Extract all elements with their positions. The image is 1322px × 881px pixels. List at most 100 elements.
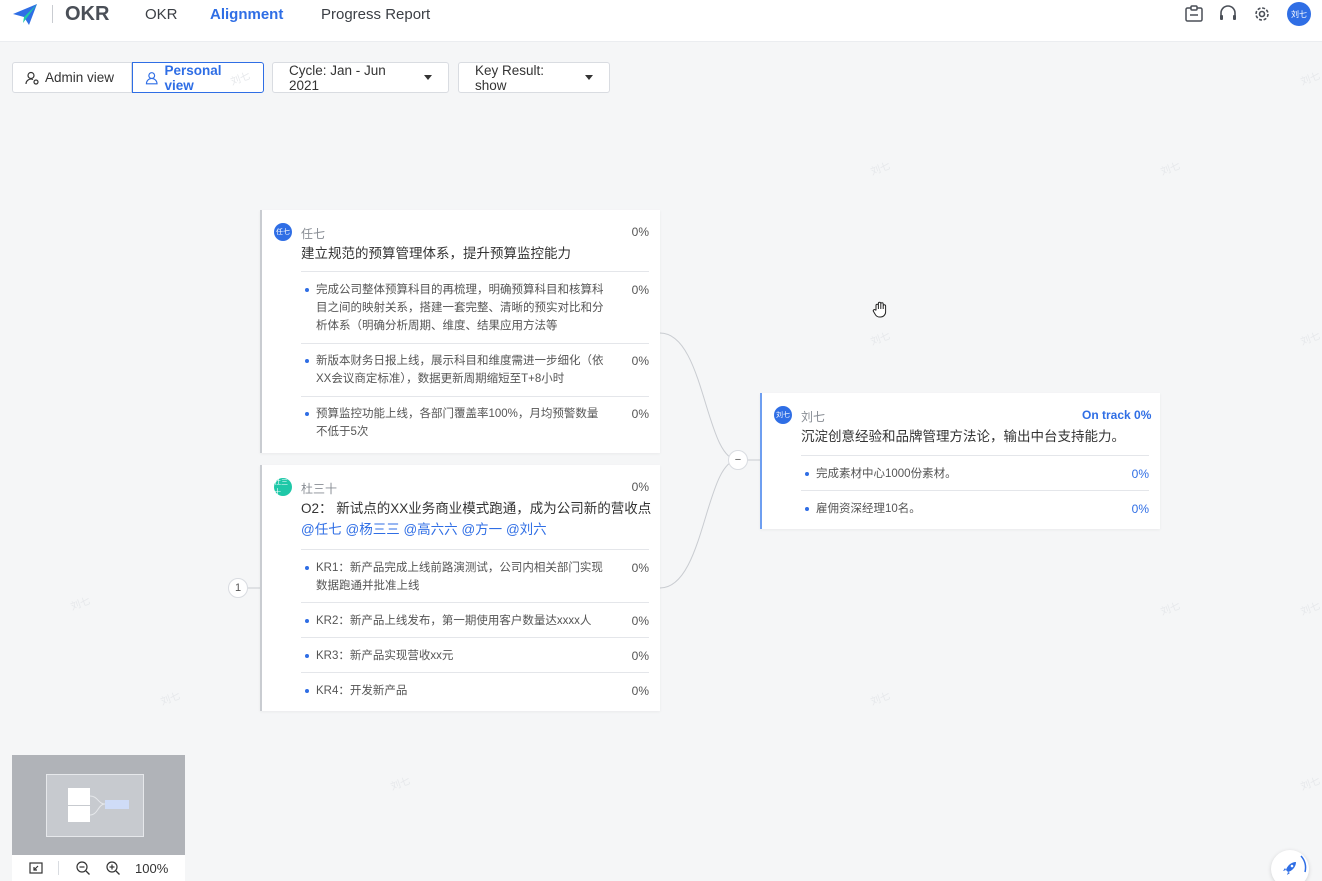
admin-view-button[interactable]: Admin view — [12, 62, 132, 93]
user-settings-icon — [25, 71, 39, 85]
mention-link[interactable]: @高六六 — [403, 522, 457, 537]
watermark-text: 刘七 — [159, 690, 182, 708]
watermark-text: 刘七 — [1299, 330, 1322, 348]
objective-title: 沉淀创意经验和品牌管理方法论，输出中台支持能力。 — [801, 429, 1125, 444]
mention-link[interactable]: @杨三三 — [345, 522, 399, 537]
view-toggle: Admin view Personal view — [12, 62, 264, 93]
owner-name: 任七 — [301, 227, 326, 241]
kr-bullet — [305, 412, 309, 416]
rocket-ring — [1300, 855, 1307, 873]
user-icon — [145, 71, 158, 84]
divider — [801, 490, 1149, 491]
kr-bullet — [305, 619, 309, 623]
key-result-text: KR1：新产品完成上线前路演测试，公司内相关部门实现数据跑通并批准上线 — [316, 562, 603, 592]
objective-card-brand-management[interactable]: 刘七 刘七 On track 0% 沉淀创意经验和品牌管理方法论，输出中台支持能… — [760, 393, 1160, 529]
key-result-percent: 0% — [631, 283, 649, 297]
status-badge: On track 0% — [1082, 408, 1152, 422]
divider — [301, 271, 649, 272]
kr-bullet — [305, 566, 309, 570]
watermark-text: 刘七 — [1159, 600, 1182, 618]
key-result-percent: 0% — [631, 614, 649, 628]
kr-bullet — [305, 689, 309, 693]
key-result-percent: 0% — [1131, 502, 1149, 516]
nav-progress-report[interactable]: Progress Report — [321, 6, 430, 23]
user-avatar[interactable]: 刘七 — [1287, 2, 1311, 26]
watermark-text: 刘七 — [389, 775, 412, 793]
divider — [301, 672, 649, 673]
key-result-dropdown-label: Key Result: show — [475, 62, 545, 93]
objective-percent: 0% — [631, 225, 649, 239]
divider — [58, 861, 59, 875]
cycle-dropdown-label: Cycle: Jan - Jun 2021 — [289, 62, 386, 93]
objective-title-text: O2： 新试点的XX业务商业模式跑通，成为公司新的营收点 — [301, 501, 652, 516]
key-result-text: 完成公司整体预算科目的再梳理，明确预算科目和核算科目之间的映射关系，搭建一套完整… — [316, 284, 604, 332]
watermark-text: 刘七 — [869, 690, 892, 708]
rocket-help-button[interactable] — [1271, 850, 1309, 881]
zoom-level: 100% — [135, 860, 169, 876]
key-result-percent: 0% — [631, 649, 649, 663]
caret-down-icon — [424, 75, 432, 80]
mention-link[interactable]: @任七 — [301, 522, 342, 537]
key-result-dropdown[interactable]: Key Result: show — [458, 62, 610, 93]
key-result-text: 新版本财务日报上线，展示科目和维度需进一步细化（依XX会议商定标准），数据更新周… — [316, 355, 604, 385]
admin-view-label: Admin view — [45, 70, 115, 85]
cycle-dropdown[interactable]: Cycle: Jan - Jun 2021 — [272, 62, 449, 93]
hand-cursor-icon — [872, 301, 887, 318]
key-result-text: 雇佣资深经理10名。 — [816, 503, 921, 515]
objective-title: 建立规范的预算管理体系，提升预算监控能力 — [301, 246, 571, 261]
minimap-node — [68, 806, 90, 822]
minimap-node — [68, 788, 90, 805]
app-name: OKR — [65, 3, 110, 25]
caret-down-icon — [585, 75, 593, 80]
watermark-text: 刘七 — [869, 160, 892, 178]
owner-avatar: 刘七 — [774, 406, 792, 424]
divider — [301, 637, 649, 638]
collapse-node-button[interactable]: − — [728, 450, 748, 470]
headset-icon[interactable] — [1217, 3, 1239, 25]
gear-icon[interactable] — [1251, 3, 1273, 25]
zoom-in-icon[interactable] — [105, 860, 121, 876]
divider — [301, 396, 649, 397]
kr-bullet — [305, 654, 309, 658]
top-navigation-bar: OKR OKR Alignment Progress Report 刘七 — [0, 0, 1322, 42]
mention-link[interactable]: @刘六 — [506, 522, 547, 537]
zoom-out-icon[interactable] — [75, 860, 91, 876]
clipboard-icon[interactable] — [1183, 3, 1205, 25]
expand-node-count[interactable]: 1 — [228, 578, 248, 598]
fit-screen-icon[interactable] — [28, 860, 44, 876]
objective-percent: 0% — [631, 480, 649, 494]
divider — [301, 343, 649, 344]
nav-alignment[interactable]: Alignment — [210, 6, 283, 23]
owner-name: 刘七 — [801, 410, 826, 424]
divider — [301, 602, 649, 603]
logo-divider — [52, 5, 53, 23]
objective-card-new-business[interactable]: 杜三十 杜三十 0% O2： 新试点的XX业务商业模式跑通，成为公司新的营收点 … — [260, 465, 660, 711]
paper-plane-logo-icon[interactable] — [12, 3, 38, 27]
objective-title: O2： 新试点的XX业务商业模式跑通，成为公司新的营收点 @任七 @杨三三 @高… — [301, 498, 653, 540]
key-result-percent: 0% — [631, 407, 649, 421]
key-result-text: 完成素材中心1000份素材。 — [816, 468, 957, 480]
key-result-text: 预算监控功能上线，各部门覆盖率100%，月均预警数量不低于5次 — [316, 408, 599, 438]
kr-bullet — [305, 359, 309, 363]
divider — [301, 549, 649, 550]
kr-bullet — [805, 507, 809, 511]
minimap[interactable] — [12, 755, 185, 855]
key-result-text: KR4：开发新产品 — [316, 685, 408, 697]
watermark-text: 刘七 — [1299, 600, 1322, 618]
watermark-text: 刘七 — [1299, 70, 1322, 88]
owner-avatar: 杜三十 — [274, 478, 292, 496]
owner-avatar: 任七 — [274, 223, 292, 241]
divider — [801, 455, 1149, 456]
mention-link[interactable]: @方一 — [461, 522, 502, 537]
minimap-connectors — [90, 795, 106, 816]
kr-bullet — [805, 472, 809, 476]
key-result-percent: 0% — [631, 684, 649, 698]
objective-card-budget[interactable]: 任七 任七 0% 建立规范的预算管理体系，提升预算监控能力 完成公司整体预算科目… — [260, 210, 660, 453]
key-result-percent: 0% — [631, 354, 649, 368]
key-result-text: KR2：新产品上线发布，第一期使用客户数量达xxxx人 — [316, 615, 592, 627]
nav-okr[interactable]: OKR — [145, 6, 178, 23]
key-result-percent: 0% — [631, 561, 649, 575]
watermark-text: 刘七 — [1299, 775, 1322, 793]
minimap-node — [105, 800, 129, 809]
key-result-text: KR3：新产品实现营收xx元 — [316, 650, 454, 662]
